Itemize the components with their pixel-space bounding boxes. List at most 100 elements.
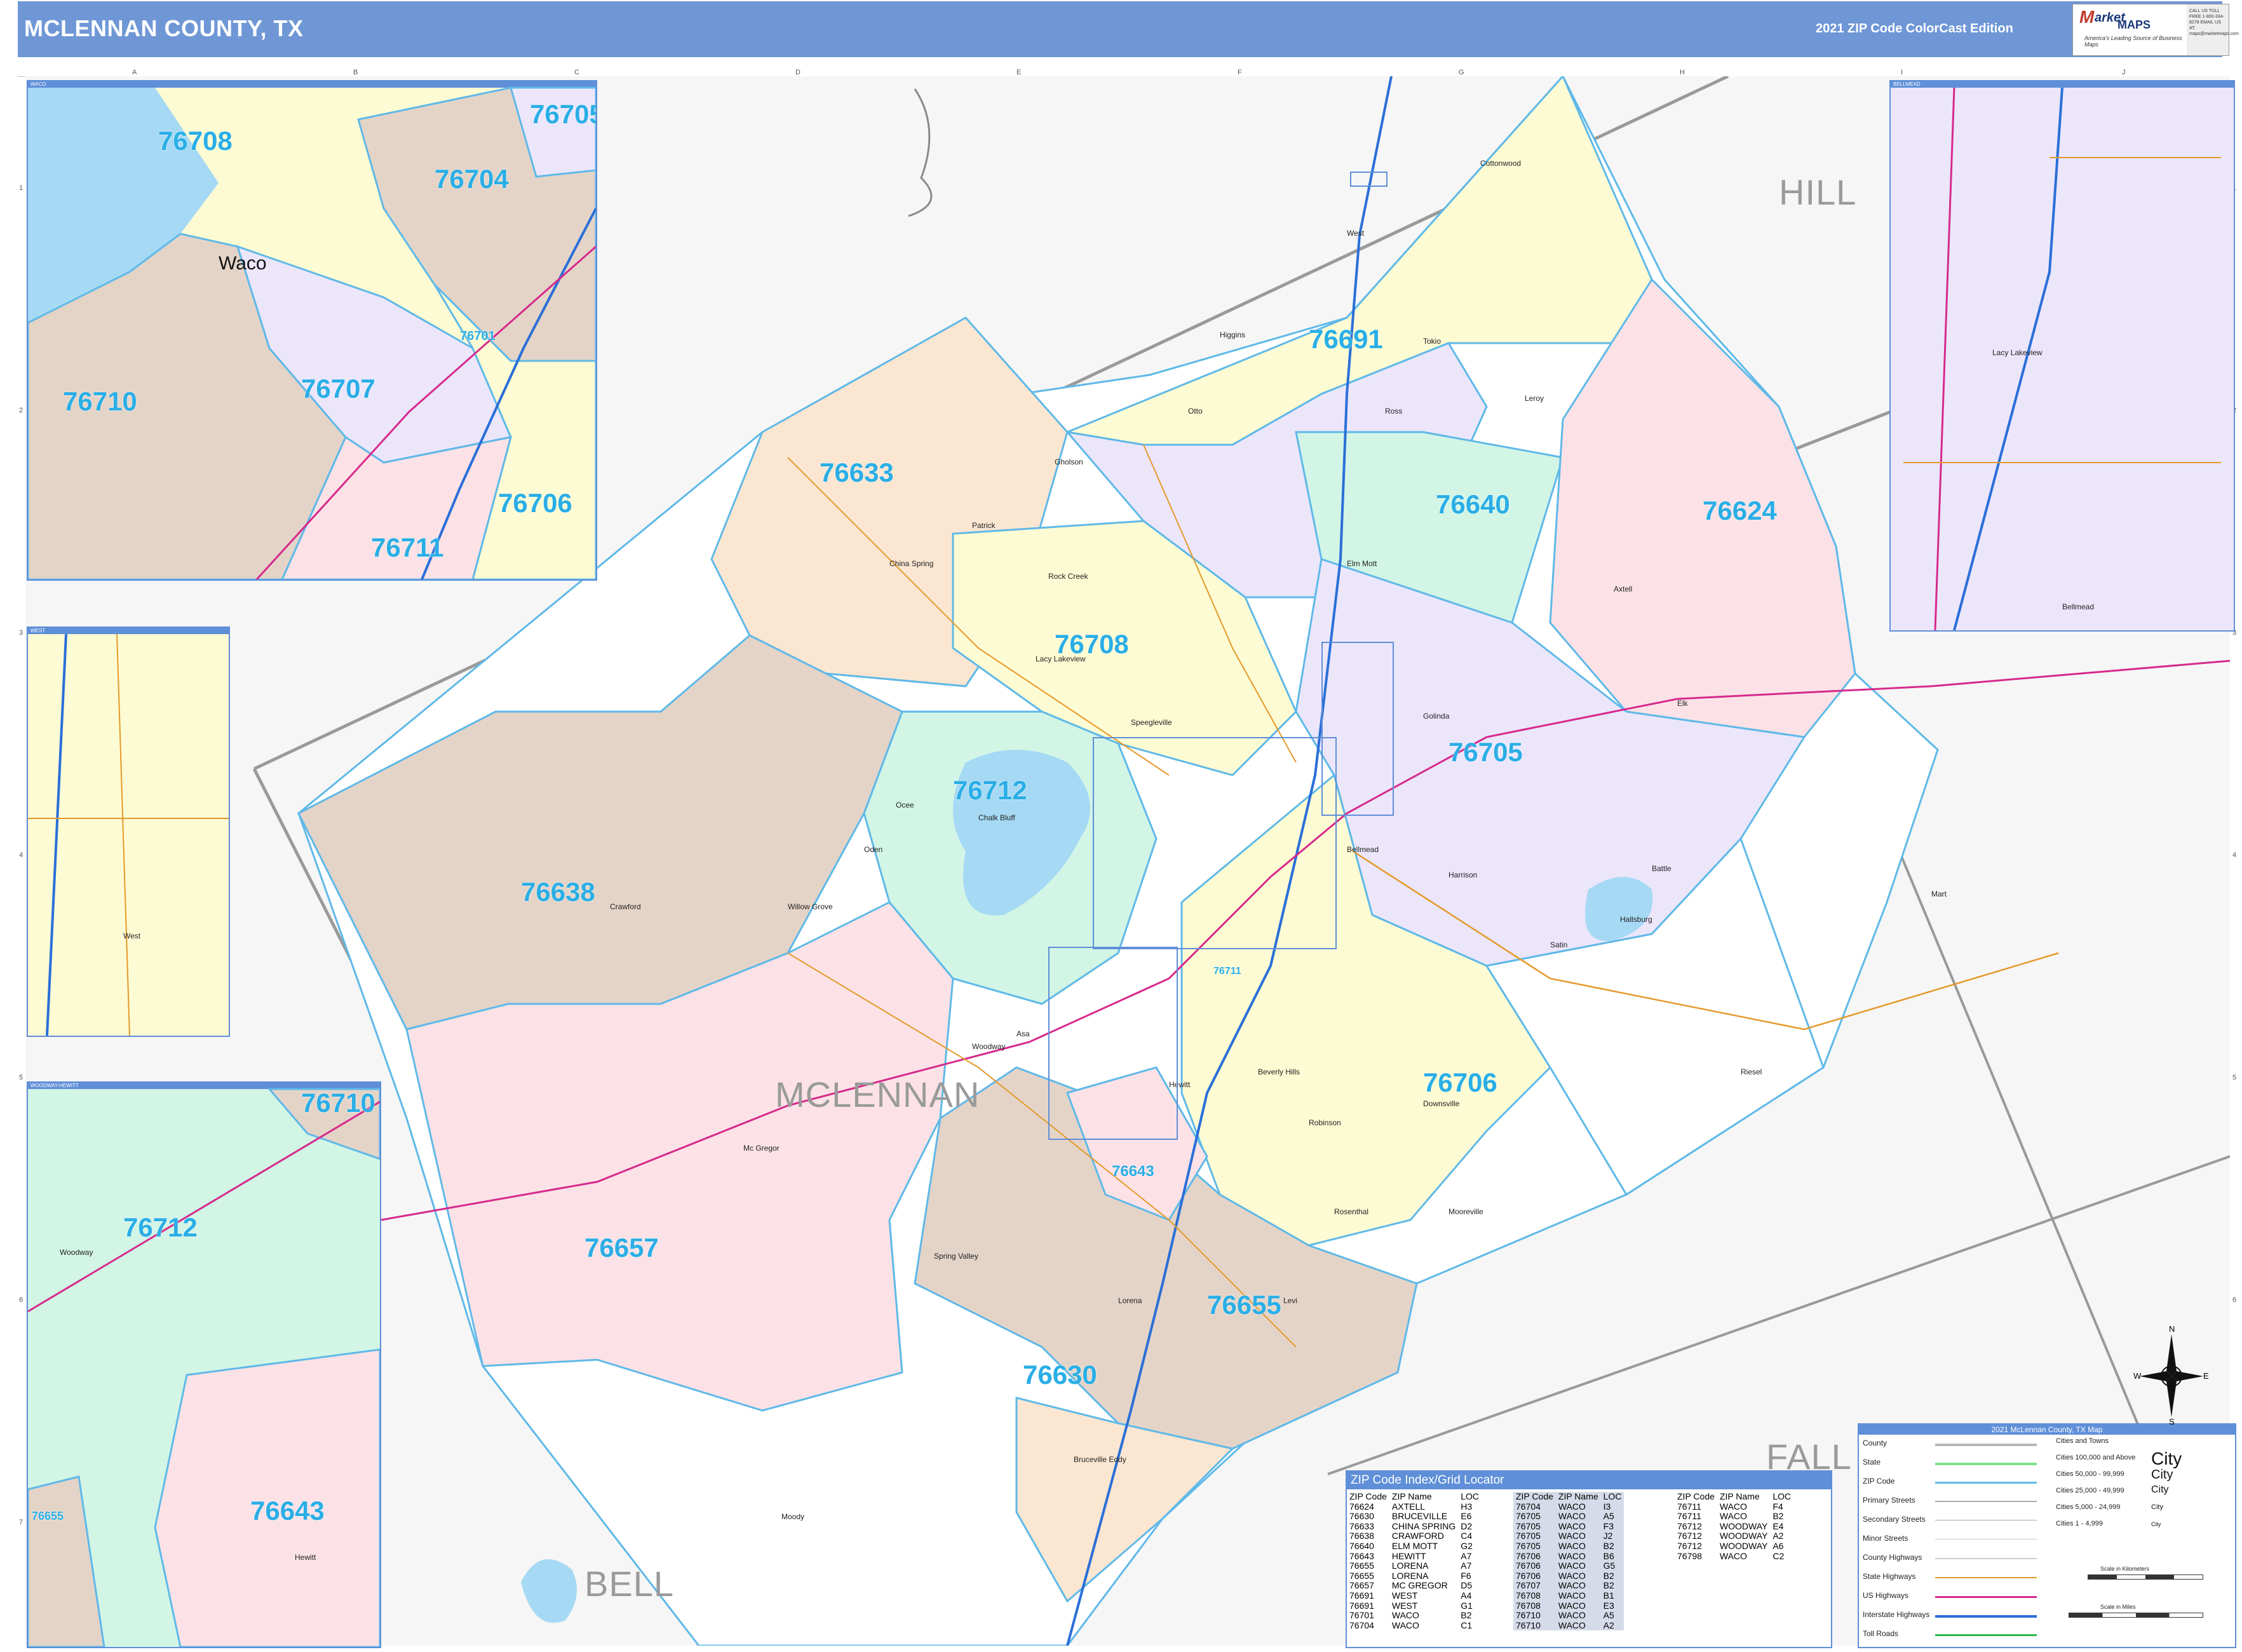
logo-slogan: America's Leading Source of Business Map… <box>2084 35 2182 48</box>
zip-label-76657[interactable]: 76657 <box>584 1233 659 1263</box>
waco-zip-76711[interactable]: 76711 <box>371 532 443 563</box>
bellmead-inset-frame[interactable] <box>1321 642 1394 816</box>
legend-primary: Primary Streets <box>1863 1496 1915 1505</box>
zip-index-row: 76706 WACO G5 <box>1513 1561 1624 1571</box>
zip-index-code: 76701 <box>1349 1610 1374 1621</box>
zip-index-code: 76640 <box>1349 1540 1374 1551</box>
zip-index-name: WACO <box>1558 1561 1586 1571</box>
zip-label-76640[interactable]: 76640 <box>1436 489 1510 520</box>
west-inset-frame[interactable] <box>1350 172 1388 187</box>
place-bellmead: Bellmead <box>1347 845 1379 854</box>
zip-index-name: WACO <box>1558 1540 1586 1551</box>
zip-index-row: 76691 WEST G1 <box>1347 1601 1482 1611</box>
place-mooreville: Mooreville <box>1449 1207 1483 1216</box>
zip-index-name: CRAWFORD <box>1391 1531 1444 1541</box>
place-gholson: Gholson <box>1055 457 1083 466</box>
west-place-west: West <box>123 931 141 940</box>
legend-city-sample-1: City <box>2151 1449 2182 1468</box>
zip-index-header: ZIP Code <box>1516 1491 1553 1501</box>
edition-label: 2021 ZIP Code ColorCast Edition <box>1816 22 2013 36</box>
zip-index-header: LOC <box>1461 1491 1480 1501</box>
waco-zip-76704[interactable]: 76704 <box>435 164 509 194</box>
inset-waco[interactable]: WACO 76708 76704 76705 76710 76707 76701… <box>27 80 597 581</box>
woodway-zip-76712[interactable]: 76712 <box>123 1212 198 1243</box>
place-mart: Mart <box>1931 890 1947 898</box>
zip-index-code: 76705 <box>1516 1540 1541 1551</box>
woodway-zip-76710[interactable]: 76710 <box>301 1088 375 1118</box>
zip-index-code: 76711 <box>1677 1501 1701 1512</box>
zip-label-76705[interactable]: 76705 <box>1449 737 1523 768</box>
zip-label-76691[interactable]: 76691 <box>1309 324 1383 355</box>
zip-index-name: AXTELL <box>1391 1501 1426 1512</box>
grid-row-6: 6 <box>19 1296 24 1304</box>
grid-row-3: 3 <box>19 629 24 637</box>
zip-index-row: 76712 WOODWAY A6 <box>1675 1541 1793 1552</box>
place-chalk-bluff: Chalk Bluff <box>978 813 1015 822</box>
zip-index-code: 76706 <box>1516 1561 1541 1571</box>
zip-index-row: 76708 WACO B1 <box>1513 1590 1624 1601</box>
place-axtell: Axtell <box>1614 585 1633 593</box>
waco-zip-76705[interactable]: 76705 <box>530 99 596 130</box>
grid-col-g: G <box>1459 69 1464 76</box>
zip-index-loc: B2 <box>1603 1570 1614 1581</box>
zip-index-row: 76712 WOODWAY E4 <box>1675 1521 1793 1532</box>
place-patrick: Patrick <box>972 521 996 530</box>
zip-index-code: 76708 <box>1516 1600 1541 1611</box>
zip-label-76638[interactable]: 76638 <box>521 877 595 907</box>
waco-zip-76706[interactable]: 76706 <box>498 488 572 518</box>
zip-label-76624[interactable]: 76624 <box>1703 496 1777 526</box>
woodway-zip-76643[interactable]: 76643 <box>250 1496 325 1526</box>
waco-zip-76710[interactable]: 76710 <box>63 386 137 417</box>
zip-index-row: 76707 WACO B2 <box>1513 1581 1624 1591</box>
waco-zip-76701[interactable]: 76701 <box>460 329 496 344</box>
zip-label-76711[interactable]: 76711 <box>1213 966 1241 977</box>
waco-zip-76708[interactable]: 76708 <box>158 126 233 156</box>
waco-inset-frame[interactable] <box>1093 737 1337 949</box>
zip-index-table-1: ZIP Code ZIP Name LOC 76624 AXTELL H3 76630… <box>1347 1491 1482 1630</box>
woodway-inset-frame[interactable] <box>1048 947 1178 1140</box>
place-leroy: Leroy <box>1525 394 1544 403</box>
zip-label-76643[interactable]: 76643 <box>1112 1163 1154 1181</box>
zip-index-row: 76711 WACO F4 <box>1675 1501 1793 1512</box>
zip-label-76655[interactable]: 76655 <box>1207 1290 1281 1320</box>
woodway-zip-76655[interactable]: 76655 <box>32 1510 64 1523</box>
zip-index-name: WACO <box>1391 1610 1419 1621</box>
contact-panel: CALL US TOLL FREE 1-800-334-8278 EMAIL U… <box>2187 4 2239 56</box>
zip-index-row: 76655 LORENA A7 <box>1347 1561 1482 1571</box>
zip-index-name: HEWITT <box>1391 1550 1426 1561</box>
zip-index-table-2: ZIP Code ZIP Name LOC 76704 WACO I3 76705 WA… <box>1513 1491 1624 1631</box>
inset-bellmead-canvas <box>1891 87 2234 630</box>
place-china-spring: China Spring <box>889 559 934 568</box>
zip-index-name: WACO <box>1558 1620 1586 1630</box>
compass-s: S <box>2169 1417 2175 1426</box>
zip-index-header: ZIP Name <box>1719 1491 1760 1501</box>
zip-index-name: WACO <box>1558 1600 1586 1611</box>
inset-bellmead[interactable]: BELLMEAD Lacy Lakeview Bellmead <box>1889 80 2235 632</box>
zip-index-name: WOODWAY <box>1719 1531 1768 1541</box>
place-hallsburg: Hallsburg <box>1620 915 1652 924</box>
market-maps-logo[interactable]: M arket MAPS America's Leading Source of… <box>2072 4 2194 56</box>
legend-city-sample-5: City <box>2151 1521 2161 1527</box>
zip-index-row: 76691 WEST A4 <box>1347 1590 1482 1601</box>
zip-index-row: 76706 WACO B2 <box>1513 1571 1624 1581</box>
zip-index-loc: G5 <box>1603 1561 1616 1571</box>
zip-index-loc: A7 <box>1461 1550 1472 1561</box>
inset-west[interactable]: WEST West <box>27 626 230 1037</box>
zip-index-row: 76701 WACO B2 <box>1347 1611 1482 1621</box>
place-speegleville: Speegleville <box>1131 718 1172 727</box>
inset-woodway-hewitt[interactable]: WOODWAY-HEWITT 76710 76712 76643 76655 W… <box>27 1081 381 1648</box>
zip-index-code: 76798 <box>1677 1550 1702 1561</box>
zip-index-title: ZIP Code Index/Grid Locator <box>1347 1472 1831 1489</box>
waco-zip-76707[interactable]: 76707 <box>301 374 375 404</box>
zip-label-76712[interactable]: 76712 <box>953 775 1027 806</box>
zip-label-76706[interactable]: 76706 <box>1423 1067 1497 1098</box>
zip-index-code: 76655 <box>1349 1570 1374 1581</box>
legend-cities-header: Cities and Towns <box>2056 1437 2109 1445</box>
zip-index-name: WACO <box>1558 1590 1586 1601</box>
zip-index-row: 76798 WACO C2 <box>1675 1550 1793 1562</box>
grid-row-5-right: 5 <box>2232 1074 2237 1081</box>
zip-index-code: 76704 <box>1516 1501 1541 1512</box>
zip-index-row: 76624 AXTELL H3 <box>1347 1501 1482 1512</box>
zip-label-76630[interactable]: 76630 <box>1023 1360 1097 1390</box>
zip-label-76633[interactable]: 76633 <box>820 457 894 488</box>
